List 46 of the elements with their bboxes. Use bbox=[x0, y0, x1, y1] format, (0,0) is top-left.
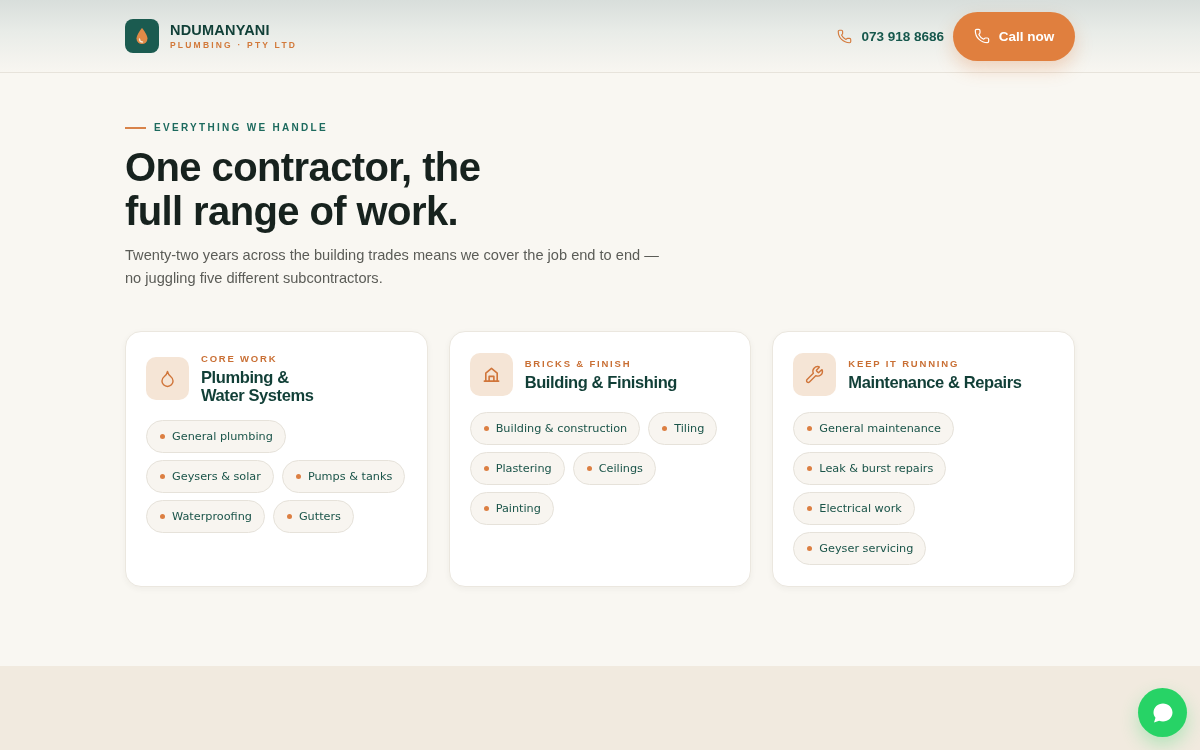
brand-tagline: PLUMBING · PTY LTD bbox=[170, 39, 298, 51]
card-eyebrow: BRICKS & FINISH bbox=[524, 358, 633, 370]
service-label: Electrical work bbox=[819, 502, 902, 515]
phone-icon bbox=[837, 28, 853, 44]
service-label: Waterproofing bbox=[172, 510, 252, 523]
dot-icon bbox=[483, 506, 489, 511]
service-label: Building & construction bbox=[495, 422, 628, 435]
dot-icon bbox=[295, 474, 301, 479]
service-label: Geyser servicing bbox=[819, 542, 914, 555]
service-label: General maintenance bbox=[819, 422, 941, 435]
wrench-icon bbox=[793, 353, 837, 396]
phone-icon bbox=[973, 28, 990, 44]
card-title: Building & Finishing bbox=[524, 373, 679, 391]
droplet-logo-icon bbox=[125, 19, 159, 53]
service-label: Geysers & solar bbox=[172, 470, 261, 483]
dot-icon bbox=[807, 546, 813, 551]
card-eyebrow: CORE WORK bbox=[201, 353, 279, 365]
dot-icon bbox=[662, 426, 668, 431]
service-label: Painting bbox=[495, 502, 541, 515]
service-label: Pumps & tanks bbox=[307, 470, 393, 483]
service-label: Tiling bbox=[674, 422, 705, 435]
service-label: General plumbing bbox=[172, 430, 273, 443]
section-heading: One contractor, the full range of work. bbox=[125, 145, 482, 233]
dot-icon bbox=[286, 514, 292, 519]
service-label: Plastering bbox=[495, 462, 552, 475]
dot-icon bbox=[807, 506, 813, 511]
house-icon bbox=[469, 353, 513, 396]
card-title: Plumbing & Water Systems bbox=[201, 368, 315, 404]
card-eyebrow: KEEP IT RUNNING bbox=[848, 358, 961, 370]
dot-icon bbox=[483, 466, 489, 471]
dot-icon bbox=[807, 466, 813, 471]
section-eyebrow: EVERYTHING WE HANDLE bbox=[154, 121, 328, 135]
dot-icon bbox=[160, 514, 165, 519]
dot-icon bbox=[160, 474, 165, 479]
dot-icon bbox=[483, 426, 489, 431]
section-intro: Twenty-two years across the building trades means we cover the job end to end — no juggling five different subcontractors. bbox=[125, 246, 660, 288]
dot-icon bbox=[586, 466, 592, 471]
service-label: Leak & burst repairs bbox=[819, 462, 934, 475]
dot-icon bbox=[807, 426, 813, 431]
droplet-icon bbox=[146, 357, 189, 400]
brand-name: NDUMANYANI bbox=[170, 21, 271, 38]
phone-link[interactable]: 073 918 8686 bbox=[861, 28, 944, 44]
dot-icon bbox=[160, 434, 165, 439]
service-label: Gutters bbox=[298, 510, 341, 523]
card-title: Maintenance & Repairs bbox=[848, 373, 1023, 391]
service-label: Ceilings bbox=[598, 462, 643, 475]
